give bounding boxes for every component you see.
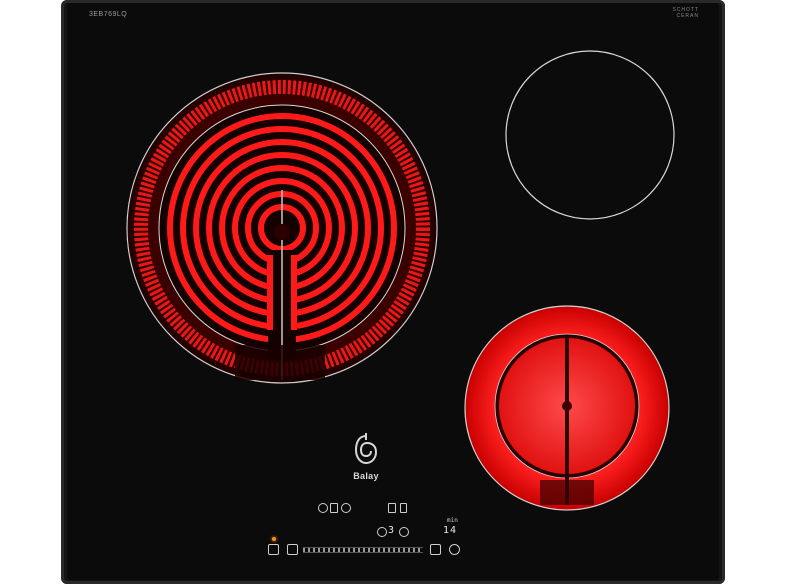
small-zone-terminal-block <box>540 480 594 505</box>
cooking-zones <box>126 50 675 511</box>
brand-logo: Balay <box>346 432 386 484</box>
dual-zone-icon[interactable] <box>341 503 351 513</box>
power-indicator-led <box>272 537 276 541</box>
timer-display: 14 <box>443 525 458 536</box>
large-zone-center-badge <box>274 224 290 240</box>
brand-name: Balay <box>353 471 379 481</box>
large-dual-zone <box>126 72 438 384</box>
child-lock-button[interactable] <box>287 544 298 555</box>
power-level-display: 3 <box>388 525 396 536</box>
zone-select-icon-2[interactable] <box>377 527 387 537</box>
zone-select-icon[interactable] <box>318 503 328 513</box>
brand-emblem-icon <box>354 433 378 465</box>
zone-display-icon-2 <box>400 503 407 513</box>
small-dual-zone <box>464 305 670 511</box>
power-button[interactable] <box>268 544 279 555</box>
dual-zone-icon-2[interactable] <box>399 527 409 537</box>
zone-indicator-icon <box>330 503 338 513</box>
timer-button[interactable] <box>449 544 460 555</box>
power-slider[interactable] <box>303 547 423 553</box>
large-zone-terminal-block <box>235 345 325 380</box>
boost-button[interactable] <box>430 544 441 555</box>
top-right-zone-outline <box>505 50 675 220</box>
timer-unit-label: min <box>447 517 458 524</box>
zone-display-icon <box>388 503 396 513</box>
small-zone-center-badge <box>562 401 572 411</box>
